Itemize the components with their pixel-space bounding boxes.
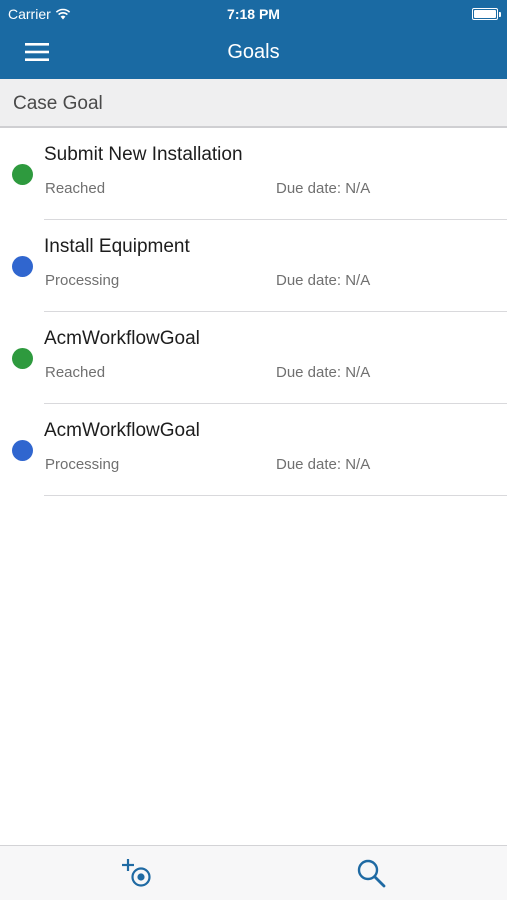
list-item[interactable]: Submit New Installation Reached Due date…: [0, 128, 507, 220]
goals-screen: Carrier 7:18 PM Goals Case Goal Submit N…: [0, 0, 507, 900]
goal-title: AcmWorkflowGoal: [44, 328, 200, 349]
goal-status: Reached: [45, 364, 106, 381]
section-title: Case Goal: [13, 93, 103, 114]
search-button[interactable]: [354, 856, 390, 892]
nav-bar: Goals: [0, 28, 507, 79]
goal-list: Submit New Installation Reached Due date…: [0, 128, 507, 496]
battery-fill: [474, 10, 496, 18]
goal-status: Processing: [45, 272, 120, 289]
status-time: 7:18 PM: [227, 6, 280, 22]
goal-due-date: Due date: N/A: [276, 180, 371, 197]
goal-status: Reached: [45, 180, 106, 197]
add-goal-button[interactable]: [120, 856, 156, 892]
status-bar: Carrier 7:18 PM: [0, 0, 507, 28]
add-goal-icon: [122, 859, 151, 887]
status-dot: [12, 164, 33, 185]
list-item[interactable]: AcmWorkflowGoal Reached Due date: N/A: [0, 312, 507, 404]
top-bar: Carrier 7:18 PM Goals: [0, 0, 507, 79]
list-item[interactable]: Install Equipment Processing Due date: N…: [0, 220, 507, 312]
page-title: Goals: [227, 41, 280, 63]
search-icon: [357, 859, 386, 888]
divider: [44, 495, 507, 496]
bottom-toolbar: [0, 845, 507, 900]
status-dot: [12, 440, 33, 461]
goal-due-date: Due date: N/A: [276, 364, 371, 381]
list-item[interactable]: AcmWorkflowGoal Processing Due date: N/A: [0, 404, 507, 496]
goal-title: Install Equipment: [44, 236, 190, 257]
goal-status: Processing: [45, 456, 120, 473]
goal-title: AcmWorkflowGoal: [44, 420, 200, 441]
section-header: Case Goal: [0, 79, 507, 128]
status-dot: [12, 256, 33, 277]
battery-icon: [472, 8, 501, 20]
goal-title: Submit New Installation: [44, 144, 243, 165]
goal-due-date: Due date: N/A: [276, 272, 371, 289]
status-dot: [12, 348, 33, 369]
goal-due-date: Due date: N/A: [276, 456, 371, 473]
